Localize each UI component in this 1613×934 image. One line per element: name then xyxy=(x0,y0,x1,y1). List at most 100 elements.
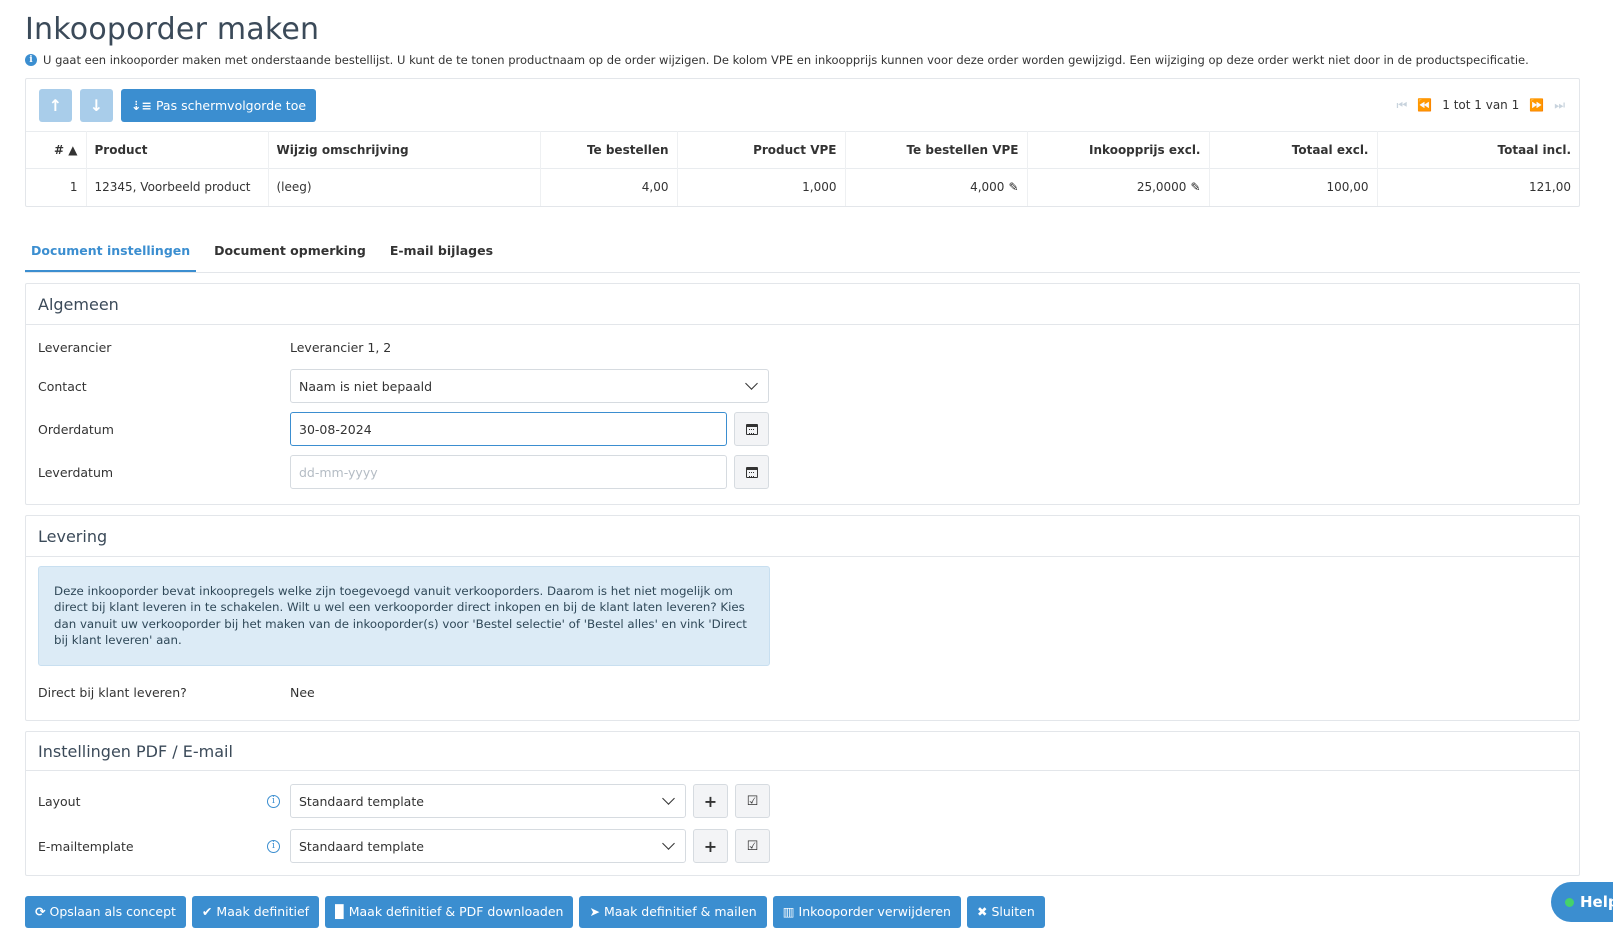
tab-document-remark[interactable]: Document opmerking xyxy=(208,236,372,272)
order-lines-table: # ▲ Product Wijzig omschrijving Te beste… xyxy=(26,131,1579,206)
save-concept-button[interactable]: ⟳ Opslaan als concept xyxy=(25,895,186,928)
move-up-button[interactable]: ↑ xyxy=(39,88,72,122)
edit-icon: ☑ xyxy=(746,793,759,809)
file-icon: ▉ xyxy=(335,904,345,919)
make-final-button[interactable]: ✔ Maak definitief xyxy=(191,895,320,928)
make-final-pdf-label: Maak definitief & PDF downloaden xyxy=(348,904,564,919)
column-header-product-vpe[interactable]: Product VPE xyxy=(677,131,846,169)
previous-page-icon[interactable]: ⏪ xyxy=(1417,98,1432,112)
delivery-heading: Levering xyxy=(26,516,1579,557)
cell-product: 12345, Voorbeeld product xyxy=(86,168,269,206)
column-header-purchase-price[interactable]: Inkoopprijs excl. xyxy=(1027,131,1210,169)
column-header-nr[interactable]: # ▲ xyxy=(26,131,87,169)
info-icon[interactable]: i xyxy=(267,839,280,853)
table-header-row: # ▲ Product Wijzig omschrijving Te beste… xyxy=(26,131,1579,169)
close-label: Sluiten xyxy=(991,904,1035,919)
arrow-down-icon: ↓ xyxy=(89,95,104,115)
email-template-select[interactable]: Standaard template xyxy=(290,829,686,863)
pager: ⏮ ⏪ 1 tot 1 van 1 ⏩ ⏭ xyxy=(1396,79,1565,131)
add-email-template-button[interactable]: + xyxy=(693,829,728,863)
column-header-total-incl[interactable]: Totaal incl. xyxy=(1377,131,1579,169)
add-layout-button[interactable]: + xyxy=(693,784,728,818)
first-page-icon[interactable]: ⏮ xyxy=(1396,98,1407,113)
pdf-email-heading: Instellingen PDF / E-mail xyxy=(26,732,1579,771)
direct-delivery-label: Direct bij klant leveren? xyxy=(38,685,187,700)
make-final-pdf-button[interactable]: ▉ Maak definitief & PDF downloaden xyxy=(325,895,574,928)
cell-purchase-price[interactable]: 25,0000 ✎ xyxy=(1027,168,1210,206)
help-button[interactable]: Help xyxy=(1551,882,1613,922)
make-final-mail-label: Maak definitief & mailen xyxy=(603,904,757,919)
delivery-date-calendar-button[interactable] xyxy=(734,455,769,489)
apply-screen-order-button[interactable]: ⇣≡ Pas schermvolgorde toe xyxy=(121,88,317,122)
column-header-total-excl[interactable]: Totaal excl. xyxy=(1209,131,1378,169)
chevron-down-icon xyxy=(745,377,758,390)
table-row: 1 12345, Voorbeeld product (leeg) 4,00 1… xyxy=(26,168,1579,206)
cell-to-order-vpe[interactable]: 4,000 ✎ xyxy=(845,168,1028,206)
layout-label-wrap: Layout i xyxy=(38,794,290,809)
last-page-icon[interactable]: ⏭ xyxy=(1554,98,1565,113)
general-panel: Algemeen Leverancier Leverancier 1, 2 Co… xyxy=(25,282,1580,505)
plus-icon: + xyxy=(703,836,718,856)
refresh-icon: ⟳ xyxy=(35,904,46,919)
info-icon[interactable]: i xyxy=(267,794,280,808)
order-date-row: Orderdatum xyxy=(38,408,1567,451)
save-concept-label: Opslaan als concept xyxy=(49,904,176,919)
column-header-product[interactable]: Product xyxy=(86,131,269,169)
online-status-icon xyxy=(1565,897,1574,907)
help-label: Help xyxy=(1580,893,1613,911)
page: Inkooporder maken i U gaat een inkoopord… xyxy=(25,0,1580,928)
contact-row: Contact Naam is niet bepaald xyxy=(38,365,1567,408)
cell-to-order: 4,00 xyxy=(540,168,678,206)
close-button[interactable]: ✖ Sluiten xyxy=(966,895,1045,928)
edit-icon: ☑ xyxy=(746,838,759,854)
delivery-date-row: Leverdatum xyxy=(38,451,1567,494)
supplier-label: Leverancier xyxy=(38,340,112,355)
contact-select[interactable]: Naam is niet bepaald xyxy=(290,369,769,403)
direct-delivery-row: Direct bij klant leveren? Nee xyxy=(38,676,1567,710)
order-date-calendar-button[interactable] xyxy=(734,412,769,446)
edit-layout-button[interactable]: ☑ xyxy=(735,784,770,818)
delete-order-button[interactable]: ▥ Inkooporder verwijderen xyxy=(772,895,961,928)
cell-description[interactable]: (leeg) xyxy=(268,168,541,206)
to-order-vpe-value: 4,000 xyxy=(970,180,1005,195)
calendar-icon xyxy=(745,423,758,435)
delivery-date-label: Leverdatum xyxy=(38,464,114,480)
cell-total-excl: 100,00 xyxy=(1209,168,1378,206)
tab-email-attachments[interactable]: E-mail bijlages xyxy=(384,236,499,272)
supplier-row: Leverancier Leverancier 1, 2 xyxy=(38,331,1567,365)
email-template-label-wrap: E-mailtemplate i xyxy=(38,839,290,854)
cell-nr: 1 xyxy=(26,168,87,206)
purchase-price-value: 25,0000 xyxy=(1136,180,1187,195)
column-header-description[interactable]: Wijzig omschrijving xyxy=(268,131,541,169)
order-lines-grid: ↑ ↓ ⇣≡ Pas schermvolgorde toe ⏮ ⏪ 1 tot … xyxy=(25,78,1580,207)
column-header-to-order-vpe[interactable]: Te bestellen VPE xyxy=(845,131,1028,169)
move-down-button[interactable]: ↓ xyxy=(80,88,113,122)
delivery-panel: Levering Deze inkooporder bevat inkoopre… xyxy=(25,514,1580,721)
order-date-label: Orderdatum xyxy=(38,421,114,437)
info-message: i U gaat een inkooporder maken met onder… xyxy=(25,48,1580,72)
delivery-date-input[interactable] xyxy=(290,455,727,489)
apply-screen-order-label: Pas schermvolgorde toe xyxy=(155,97,307,113)
footer-actions: ⟳ Opslaan als concept ✔ Maak definitief … xyxy=(25,895,1580,928)
make-final-mail-button[interactable]: ➤ Maak definitief & mailen xyxy=(579,895,767,928)
edit-pencil-icon[interactable]: ✎ xyxy=(1190,180,1200,194)
layout-select[interactable]: Standaard template xyxy=(290,784,686,818)
cell-total-incl: 121,00 xyxy=(1377,168,1579,206)
document-tabs: Document instellingen Document opmerking… xyxy=(25,237,1580,273)
order-date-input[interactable] xyxy=(290,412,727,446)
info-icon: i xyxy=(25,54,37,66)
send-icon: ➤ xyxy=(589,904,600,919)
next-page-icon[interactable]: ⏩ xyxy=(1529,98,1544,112)
check-icon: ✔ xyxy=(201,904,213,919)
tab-document-settings[interactable]: Document instellingen xyxy=(25,236,197,272)
general-heading: Algemeen xyxy=(26,284,1579,325)
layout-select-value: Standaard template xyxy=(299,793,424,809)
page-title: Inkooporder maken xyxy=(25,12,320,47)
edit-pencil-icon[interactable]: ✎ xyxy=(1008,180,1018,194)
pdf-email-panel: Instellingen PDF / E-mail Layout i Stand… xyxy=(25,730,1580,876)
column-header-to-order[interactable]: Te bestellen xyxy=(540,131,678,169)
delivery-alert: Deze inkooporder bevat inkoopregels welk… xyxy=(38,565,770,666)
contact-select-value: Naam is niet bepaald xyxy=(299,378,433,394)
direct-delivery-value: Nee xyxy=(290,685,315,700)
edit-email-template-button[interactable]: ☑ xyxy=(735,829,770,863)
